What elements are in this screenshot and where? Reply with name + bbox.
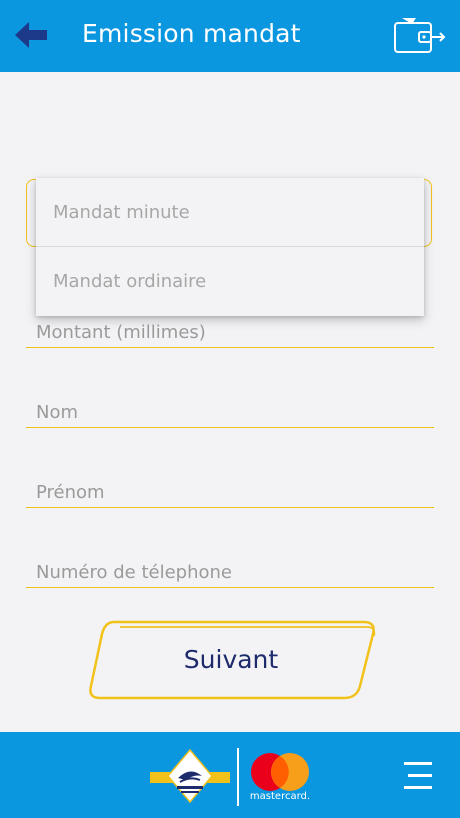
la-poste-logo — [150, 748, 230, 804]
wallet-exit-icon[interactable] — [392, 14, 446, 56]
app-footer: mastercard. — [0, 732, 460, 818]
mastercard-text: mastercard. — [249, 791, 311, 802]
montant-field — [26, 308, 434, 348]
prenom-input[interactable] — [36, 482, 416, 503]
back-arrow-icon[interactable] — [12, 18, 50, 52]
telephone-field — [26, 548, 434, 588]
page-title: Emission mandat — [82, 19, 301, 48]
nom-input[interactable] — [36, 402, 416, 423]
telephone-input[interactable] — [36, 562, 416, 583]
app-header: Emission mandat — [0, 0, 460, 72]
montant-input[interactable] — [36, 322, 416, 343]
option-mandat-minute[interactable]: Mandat minute — [36, 178, 424, 247]
hamburger-menu-icon[interactable] — [398, 758, 436, 794]
nom-field — [26, 388, 434, 428]
suivant-button[interactable]: Suivant — [84, 618, 378, 702]
prenom-field — [26, 468, 434, 508]
mandat-type-dropdown: Mandat minute Mandat ordinaire — [36, 178, 424, 316]
option-mandat-ordinaire[interactable]: Mandat ordinaire — [36, 247, 424, 316]
footer-divider — [237, 748, 239, 806]
suivant-label: Suivant — [183, 645, 279, 674]
